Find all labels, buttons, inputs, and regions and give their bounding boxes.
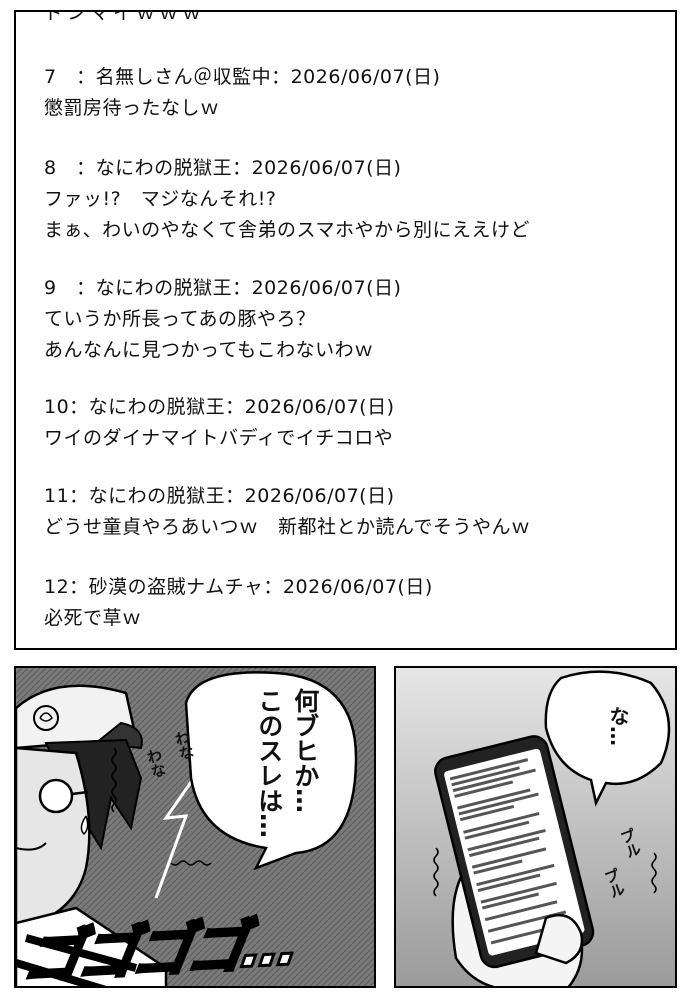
post-body-line: ワイのダイナマイトバディでイチコロや bbox=[44, 427, 394, 449]
post-header: 7 ：名無しさん＠収監中：2026/06/07(日) bbox=[44, 66, 441, 88]
post-body-line: まぁ、わいのやなくて舎弟のスマホやから別にええけど bbox=[44, 219, 530, 241]
post-body-line: ファッ!? マジなんそれ!? bbox=[44, 188, 277, 210]
cut-off-line: ドンマイｗｗｗ bbox=[44, 10, 206, 24]
sfx-gogogo: ゴゴゴゴ… bbox=[17, 908, 304, 988]
post-11: 11：なにわの脱獄王：2026/06/07(日) どうせ童貞やろあいつｗ 新都社… bbox=[44, 481, 665, 543]
post-8: 8 ：なにわの脱獄王：2026/06/07(日) ファッ!? マジなんそれ!? … bbox=[44, 153, 665, 246]
post-header: 11：なにわの脱獄王：2026/06/07(日) bbox=[44, 485, 395, 507]
post-12: 12：砂漠の盗賊ナムチャ：2026/06/07(日) 必死で草ｗ bbox=[44, 572, 665, 634]
warden-panel: 何ブヒか… このスレは… わな わな ゴゴゴゴ… bbox=[14, 666, 376, 988]
thread-panel: ドンマイｗｗｗ 7 ：名無しさん＠収監中：2026/06/07(日) 懲罰房待っ… bbox=[14, 10, 677, 650]
post-9: 9 ：なにわの脱獄王：2026/06/07(日) ていうか所長ってあの豚やろ？ … bbox=[44, 273, 665, 366]
speech-text: な… bbox=[606, 706, 630, 746]
post-body-line: 必死で草ｗ bbox=[44, 607, 142, 629]
post-7: 7 ：名無しさん＠収監中：2026/06/07(日) 懲罰房待ったなしｗ bbox=[44, 62, 665, 124]
post-header: 9 ：なにわの脱獄王：2026/06/07(日) bbox=[44, 277, 402, 299]
post-body-line: どうせ童貞やろあいつｗ 新都社とか読んでそうやんｗ bbox=[44, 516, 531, 538]
glasses bbox=[38, 778, 74, 814]
post-body-line: 懲罰房待ったなしｗ bbox=[44, 97, 220, 119]
post-body-line: あんなんに見つかってもこわないわｗ bbox=[44, 339, 374, 361]
speech-line-1: 何ブヒか… bbox=[290, 688, 320, 813]
phone-panel: な… プル プル bbox=[394, 666, 677, 988]
post-header: 8 ：なにわの脱獄王：2026/06/07(日) bbox=[44, 157, 402, 179]
post-body-line: ていうか所長ってあの豚やろ？ bbox=[44, 308, 316, 330]
post-header: 12：砂漠の盗賊ナムチャ：2026/06/07(日) bbox=[44, 576, 433, 598]
post-header: 10：なにわの脱獄王：2026/06/07(日) bbox=[44, 396, 395, 418]
post-10: 10：なにわの脱獄王：2026/06/07(日) ワイのダイナマイトバディでイチ… bbox=[44, 392, 665, 454]
speech-line-2: このスレは… bbox=[254, 688, 284, 838]
